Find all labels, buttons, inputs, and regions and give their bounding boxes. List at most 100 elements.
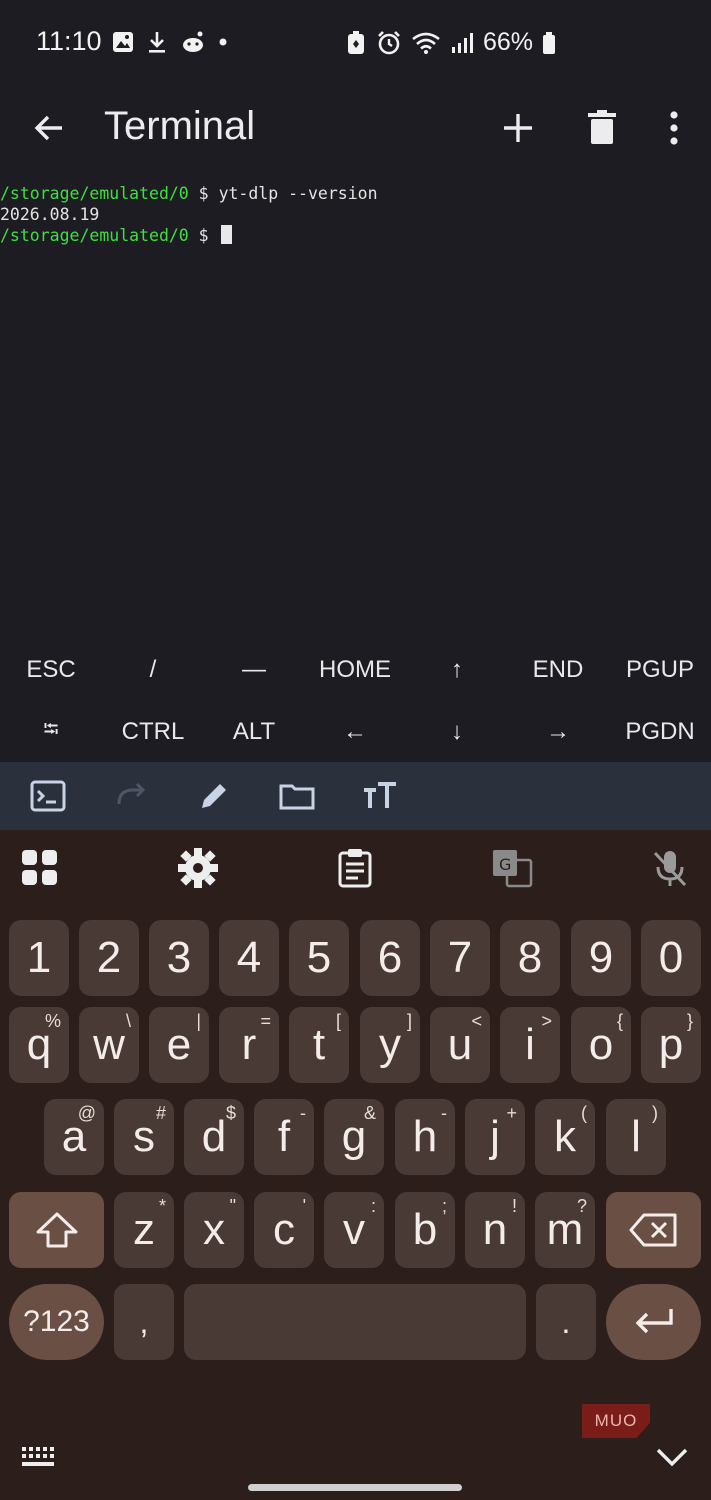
key-l[interactable]: l) — [606, 1099, 666, 1175]
terminal-output[interactable]: /storage/emulated/0 $ yt-dlp --version 2… — [0, 184, 711, 630]
shift-key[interactable] — [9, 1192, 104, 1268]
pencil-icon[interactable] — [194, 776, 234, 816]
key-f[interactable]: f- — [254, 1099, 314, 1175]
text-size-icon[interactable] — [360, 776, 400, 816]
key-m[interactable]: m? — [535, 1192, 595, 1268]
key-pgdn[interactable]: PGDN — [609, 702, 711, 762]
terminal-line: /storage/emulated/0 $ — [0, 225, 711, 247]
key-p[interactable]: p} — [641, 1007, 701, 1083]
translate-icon[interactable]: G — [490, 846, 534, 890]
plus-icon[interactable] — [496, 106, 540, 150]
more-vert-icon[interactable] — [652, 106, 696, 150]
period-key[interactable]: . — [536, 1284, 596, 1360]
key-5[interactable]: 5 — [289, 920, 349, 996]
key-hint: - — [300, 1103, 306, 1123]
key-hint: ' — [302, 1196, 306, 1216]
terminal-icon[interactable] — [28, 776, 68, 816]
key-o[interactable]: o{ — [571, 1007, 631, 1083]
key-end[interactable]: END — [507, 640, 609, 700]
key-d[interactable]: d $ — [184, 1099, 244, 1175]
key-slash[interactable]: / — [102, 640, 204, 700]
command-text: yt-dlp --version — [218, 184, 378, 203]
folder-icon[interactable] — [277, 776, 317, 816]
key-letter: g — [341, 1112, 367, 1161]
home-gesture-bar[interactable] — [248, 1484, 462, 1491]
key-c[interactable]: c ' — [254, 1192, 314, 1268]
key-w[interactable]: w \ — [79, 1007, 139, 1083]
clipboard-icon[interactable] — [333, 846, 377, 890]
key-letter: d — [201, 1112, 227, 1161]
key-letter: s — [133, 1112, 155, 1161]
key-ctrl[interactable]: CTRL — [102, 702, 204, 762]
key-z[interactable]: z * — [114, 1192, 174, 1268]
key-n[interactable]: n! — [465, 1192, 525, 1268]
key-i[interactable]: i > — [500, 1007, 560, 1083]
key-hint: - — [441, 1103, 447, 1123]
key-j[interactable]: j + — [465, 1099, 525, 1175]
mic-off-icon[interactable] — [648, 846, 692, 890]
redo-icon[interactable] — [111, 776, 151, 816]
apps-grid-icon[interactable] — [18, 846, 62, 890]
watermark-logo: MUO — [582, 1404, 650, 1438]
key-hint: ] — [406, 1011, 412, 1031]
key-right[interactable]: → — [507, 702, 609, 762]
key-home[interactable]: HOME — [304, 640, 406, 700]
key-0[interactable]: 0 — [641, 920, 701, 996]
key-2[interactable]: 2 — [79, 920, 139, 996]
key-esc[interactable]: ESC — [0, 640, 102, 700]
key-hint: + — [506, 1103, 517, 1123]
back-arrow-icon[interactable] — [28, 106, 72, 150]
key-letter: t — [312, 1020, 326, 1069]
backspace-key[interactable] — [606, 1192, 701, 1268]
symbols-key[interactable]: ?123 — [9, 1284, 104, 1360]
key-4[interactable]: 4 — [219, 920, 279, 996]
key-tab[interactable]: ⭾ — [0, 702, 102, 762]
key-alt[interactable]: ALT — [203, 702, 305, 762]
enter-key[interactable] — [606, 1284, 701, 1360]
key-x[interactable]: x " — [184, 1192, 244, 1268]
key-e[interactable]: e | — [149, 1007, 209, 1083]
key-letter: f — [277, 1112, 291, 1161]
key-h[interactable]: h- — [395, 1099, 455, 1175]
key-pgup[interactable]: PGUP — [609, 640, 711, 700]
key-1[interactable]: 1 — [9, 920, 69, 996]
key-9[interactable]: 9 — [571, 920, 631, 996]
key-letter: p — [658, 1020, 684, 1069]
key-8[interactable]: 8 — [500, 920, 560, 996]
key-down[interactable]: ↓ — [406, 702, 508, 762]
key-k[interactable]: k( — [535, 1099, 595, 1175]
key-left[interactable]: ← — [304, 702, 406, 762]
key-t[interactable]: t[ — [289, 1007, 349, 1083]
key-hint: > — [541, 1011, 552, 1031]
battery-icon — [543, 31, 556, 54]
key-up[interactable]: ↑ — [406, 640, 508, 700]
key-u[interactable]: u < — [430, 1007, 490, 1083]
trash-icon[interactable] — [580, 106, 624, 150]
key-b[interactable]: b; — [395, 1192, 455, 1268]
key-6[interactable]: 6 — [360, 920, 420, 996]
prompt-symbol: $ — [188, 226, 219, 245]
terminal-line: /storage/emulated/0 $ yt-dlp --version — [0, 184, 711, 205]
hide-keyboard-icon[interactable] — [652, 1442, 692, 1472]
settings-icon[interactable] — [176, 846, 220, 890]
key-dash[interactable]: — — [203, 640, 305, 700]
alarm-icon — [378, 30, 400, 54]
key-7[interactable]: 7 — [430, 920, 490, 996]
key-3[interactable]: 3 — [149, 920, 209, 996]
key-g[interactable]: g & — [324, 1099, 384, 1175]
key-s[interactable]: s # — [114, 1099, 174, 1175]
key-v[interactable]: v: — [324, 1192, 384, 1268]
space-key[interactable] — [184, 1284, 526, 1360]
key-r[interactable]: r = — [219, 1007, 279, 1083]
key-y[interactable]: y] — [360, 1007, 420, 1083]
key-a[interactable]: a @ — [44, 1099, 104, 1175]
key-letter: o — [588, 1020, 614, 1069]
key-letter: l — [631, 1112, 641, 1161]
battery-saver-icon — [348, 30, 364, 54]
key-q[interactable]: q% — [9, 1007, 69, 1083]
app-bar: Terminal — [0, 86, 711, 170]
key-hint: & — [363, 1103, 376, 1123]
key-hint: # — [155, 1103, 166, 1123]
keyboard-switch-icon[interactable] — [20, 1444, 58, 1472]
comma-key[interactable]: , — [114, 1284, 174, 1360]
